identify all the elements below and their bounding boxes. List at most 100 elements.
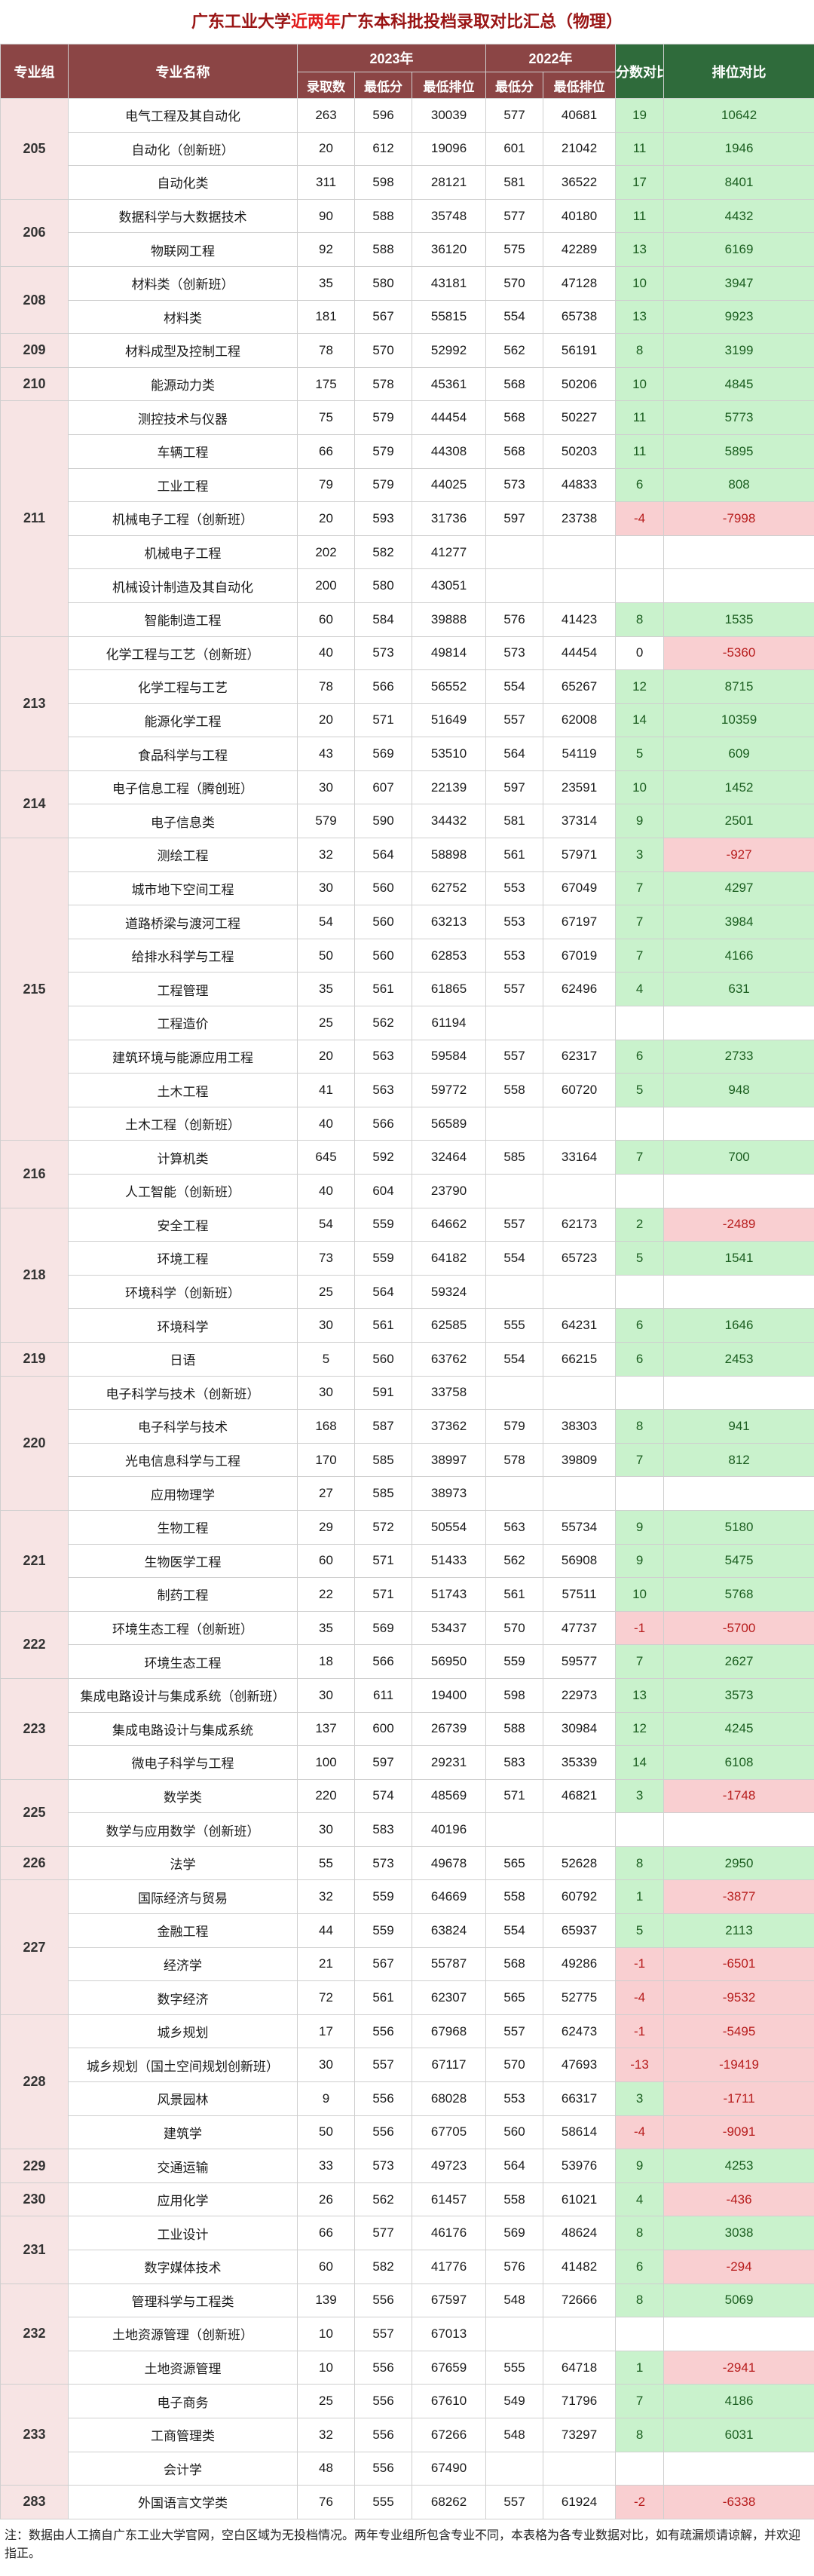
enroll-2023: 41 [297,1073,355,1107]
min-score-2022: 597 [485,770,544,805]
min-rank-2023: 44025 [411,467,487,503]
table-row: 会计学 48 556 67490 [1,2451,814,2486]
major-name: 工业工程 [68,467,298,503]
table-row: 229 交通运输 33 573 49723 564 53976 9 4253 [0,2149,814,2183]
min-rank-2023: 43181 [411,265,487,301]
diff-score: 7 [615,905,665,939]
diff-rank: -2489 [663,1207,814,1242]
min-rank-2022: 56191 [543,333,617,368]
diff-rank: 808 [663,467,814,503]
major-name: 化学工程与工艺 [68,669,298,704]
diff-rank: 4432 [663,198,814,234]
major-name: 应用物理学 [68,1476,298,1511]
min-score-2023: 560 [354,871,412,906]
diff-score: 3 [615,838,665,872]
group-code: 218 [0,1207,69,1343]
min-score-2023: 564 [354,838,412,872]
diff-rank: -7998 [663,501,814,536]
diff-rank: 2950 [663,1845,814,1881]
table-row: 231 工业设计 66 577 46176 569 48624 8 3038 [0,2216,814,2284]
diff-score [615,1375,665,1411]
diff-score: 10 [615,366,665,402]
diff-rank: 1452 [663,770,814,805]
min-score-2023: 588 [354,232,412,267]
diff-score: 3 [615,1778,665,1814]
page-title: 广东工业大学近两年广东本科批投档录取对比汇总（物理） [0,0,814,44]
table-row: 205 电气工程及其自动化 263 596 30039 577 40681 19 10642 [0,98,814,200]
major-name: 计算机类 [68,1140,298,1175]
min-rank-2023: 49814 [411,636,487,671]
min-rank-2023: 26739 [411,1711,487,1747]
min-rank-2022: 23591 [543,770,617,805]
min-score-2023: 580 [354,568,412,603]
major-name: 环境科学 [68,1308,298,1343]
table-row: 220 电子科学与技术（创新班） 30 591 33758 [0,1375,814,1511]
min-rank-2023: 59324 [411,1274,487,1309]
header-diff-score: 分数对比 [615,44,665,99]
min-rank-2023: 38973 [411,1476,487,1511]
diff-score: 8 [615,2216,665,2250]
major-name: 电子商务 [68,2384,298,2418]
min-score-2023: 559 [354,1879,412,1915]
min-score-2023: 561 [354,1980,412,2015]
min-rank-2022 [543,1106,617,1141]
major-name: 能源化学工程 [68,703,298,738]
diff-rank: 4166 [663,938,814,973]
min-rank-2023: 67490 [411,2451,487,2486]
group-code: 232 [0,2283,69,2385]
diff-score: 10 [615,770,665,805]
min-score-2022: 548 [485,2283,544,2318]
diff-rank [663,1106,814,1141]
min-score-2022: 557 [485,2014,544,2049]
min-rank-2022: 64231 [543,1308,617,1343]
min-score-2023: 555 [354,2485,412,2519]
diff-score: 0 [615,636,665,671]
diff-score: 7 [615,1644,665,1679]
min-rank-2022: 65937 [543,1913,617,1948]
major-name: 建筑环境与能源应用工程 [68,1039,298,1074]
min-rank-2023: 49678 [411,1845,487,1881]
min-score-2023: 573 [354,1845,412,1881]
diff-rank: 941 [663,1409,814,1444]
table-row: 208 材料类（创新班） 35 580 43181 570 47128 10 3947 [0,265,814,335]
min-score-2022: 576 [485,602,544,637]
min-score-2023: 582 [354,534,412,570]
table-row: 经济学 21 567 55787 568 49286 -1 -6501 [1,1947,814,1982]
diff-score: -13 [615,2048,665,2083]
min-score-2022: 579 [485,1409,544,1444]
min-score-2023: 556 [354,2350,412,2385]
min-rank-2023: 61865 [411,972,487,1007]
enroll-2023: 50 [297,2115,355,2150]
min-score-2023: 574 [354,1778,412,1814]
major-name: 应用化学 [68,2182,298,2217]
min-rank-2022 [543,2451,617,2486]
min-rank-2022: 66317 [543,2081,617,2116]
min-rank-2022: 44833 [543,467,617,503]
min-score-2022: 570 [485,2048,544,2083]
min-rank-2023: 62752 [411,871,487,906]
min-rank-2022: 47693 [543,2048,617,2083]
enroll-2023: 26 [297,2182,355,2217]
min-score-2023: 556 [354,2115,412,2150]
min-score-2023: 563 [354,1073,412,1107]
table-row: 232 管理科学与工程类 139 556 67597 548 72666 8 5069 [0,2283,814,2385]
min-rank-2023: 40196 [411,1812,487,1847]
min-score-2023: 578 [354,366,412,402]
min-score-2022: 570 [485,265,544,301]
major-name: 材料成型及控制工程 [68,333,298,368]
enroll-2023: 30 [297,1375,355,1411]
diff-score [615,568,665,603]
major-name: 能源动力类 [68,366,298,402]
table-row: 土木工程（创新班） 40 566 56589 [1,1106,814,1141]
table-row: 机械设计制造及其自动化 200 580 43051 [1,568,814,603]
min-rank-2023: 68028 [411,2081,487,2116]
group-code: 227 [0,1879,69,2015]
major-name: 化学工程与工艺（创新班） [68,636,298,671]
major-name: 建筑学 [68,2115,298,2150]
enroll-2023: 60 [297,602,355,637]
major-name: 金融工程 [68,1913,298,1948]
enroll-2023: 30 [297,2048,355,2083]
enroll-2023: 54 [297,905,355,939]
diff-rank: 2453 [663,1341,814,1377]
diff-rank: -19419 [663,2048,814,2083]
